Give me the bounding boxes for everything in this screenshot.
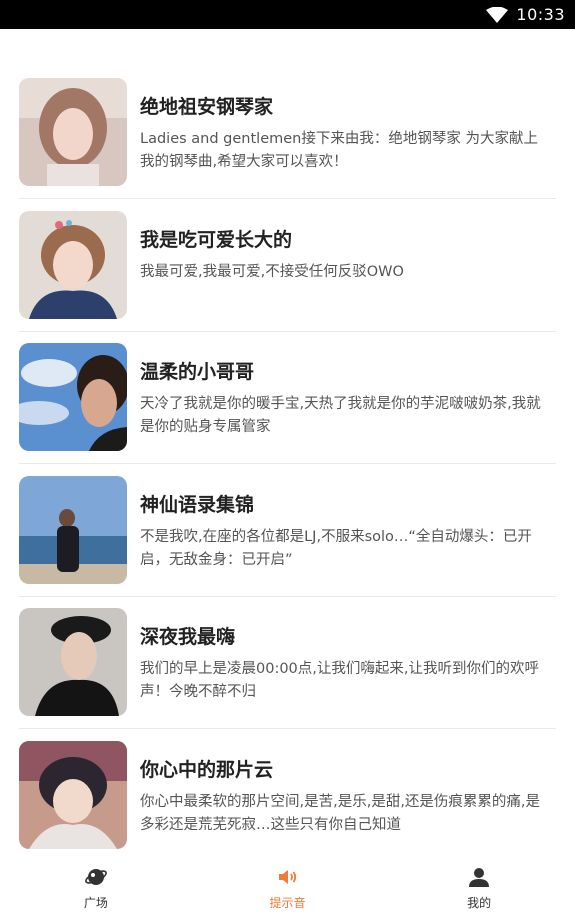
speaker-icon [278, 870, 296, 884]
divider [19, 330, 556, 332]
divider [19, 595, 556, 597]
tab-label: 广场 [83, 896, 108, 910]
list-item[interactable]: 温柔的小哥哥 天冷了我就是你的暖手宝,天热了我就是你的芋泥啵啵奶茶,我就是你的贴… [0, 343, 575, 476]
tab-square[interactable]: 广场 [0, 859, 192, 921]
item-description: 天冷了我就是你的暖手宝,天热了我就是你的芋泥啵啵奶茶,我就是你的贴身专属管家 [140, 396, 541, 435]
tab-label: 提示音 [269, 896, 306, 910]
tab-ringtone[interactable]: 提示音 [192, 859, 384, 921]
item-title: 你心中的那片云 [140, 758, 274, 781]
item-thumbnail[interactable] [19, 740, 127, 849]
list-item[interactable]: 我是吃可爱长大的 我最可爱,我最可爱,不接受任何反驳OWO [0, 210, 575, 344]
wifi-icon [486, 6, 509, 23]
divider [19, 198, 556, 199]
item-description: 我们的早上是凌晨00:00点,让我们嗨起来,让我听到你们的欢呼声！今晚不醉不归 [140, 661, 540, 700]
list-item[interactable]: 神仙语录集锦 不是我吹,在座的各位都是LJ,不服来solo…“全自动爆头：已开启… [0, 475, 575, 609]
user-icon [469, 868, 490, 887]
item-title: 神仙语录集锦 [140, 493, 255, 516]
content-list: 绝地祖安钢琴家 Ladies and gentlemen接下来由我：绝地钢琴家 … [0, 78, 575, 873]
item-description: 你心中最柔软的那片空间,是苦,是乐,是甜,还是伤痕累累的痛,是多彩还是荒芜死寂…… [140, 793, 541, 833]
item-thumbnail[interactable] [19, 210, 127, 319]
item-title: 我是吃可爱长大的 [140, 228, 293, 251]
bottom-tab-bar: 广场 提示音 我的 [0, 859, 575, 921]
divider [19, 728, 556, 729]
divider [19, 463, 556, 464]
item-description: 不是我吹,在座的各位都是LJ,不服来solo…“全自动爆头：已开启，无敌金身：已… [140, 528, 532, 568]
item-thumbnail[interactable] [19, 343, 127, 451]
item-description: 我最可爱,我最可爱,不接受任何反驳OWO [140, 263, 404, 280]
list-item[interactable]: 你心中的那片云 你心中最柔软的那片空间,是苦,是乐,是甜,还是伤痕累累的痛,是多… [0, 740, 575, 874]
list-item[interactable]: 深夜我最嗨 我们的早上是凌晨00:00点,让我们嗨起来,让我听到你们的欢呼声！今… [0, 608, 575, 741]
item-title: 深夜我最嗨 [140, 626, 236, 648]
item-description: Ladies and gentlemen接下来由我：绝地钢琴家 为大家献上我的钢… [140, 131, 538, 170]
status-bar: 10:33 [0, 0, 575, 29]
item-thumbnail[interactable] [19, 78, 127, 186]
item-title: 绝地祖安钢琴家 [140, 96, 274, 118]
tab-label: 我的 [467, 896, 492, 910]
item-thumbnail[interactable] [19, 608, 127, 716]
item-thumbnail[interactable] [19, 475, 127, 584]
status-time: 10:33 [516, 5, 565, 24]
tab-mine[interactable]: 我的 [383, 859, 575, 921]
planet-icon [84, 869, 107, 885]
item-title: 温柔的小哥哥 [140, 361, 255, 383]
list-item[interactable]: 绝地祖安钢琴家 Ladies and gentlemen接下来由我：绝地钢琴家 … [0, 78, 575, 211]
